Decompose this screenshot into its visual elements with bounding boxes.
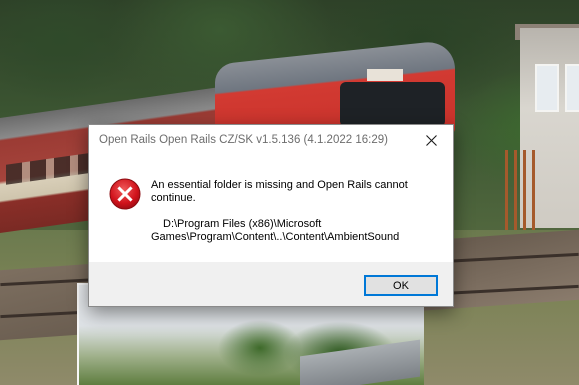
close-icon <box>425 135 437 146</box>
background-loco-plate <box>367 69 403 81</box>
background-fence <box>505 150 535 230</box>
background-loco-window <box>340 82 445 127</box>
error-icon <box>109 178 141 210</box>
close-button[interactable] <box>409 125 453 156</box>
missing-folder-path: D:\Program Files (x86)\Microsoft Games\P… <box>151 218 400 243</box>
desktop-background: Open Rails Open Rails CZ/SK v1.5.136 (4.… <box>0 0 579 385</box>
background-building-window <box>535 64 559 112</box>
error-message: An essential folder is missing and Open … <box>151 179 408 204</box>
dialog-title: Open Rails Open Rails CZ/SK v1.5.136 (4.… <box>99 134 388 146</box>
dialog-body: An essential folder is missing and Open … <box>89 156 453 262</box>
ok-button[interactable]: OK <box>364 275 438 296</box>
error-dialog: Open Rails Open Rails CZ/SK v1.5.136 (4.… <box>88 124 454 307</box>
dialog-titlebar[interactable]: Open Rails Open Rails CZ/SK v1.5.136 (4.… <box>89 125 453 156</box>
background-building-window <box>565 64 579 112</box>
dialog-footer: OK <box>89 262 453 306</box>
